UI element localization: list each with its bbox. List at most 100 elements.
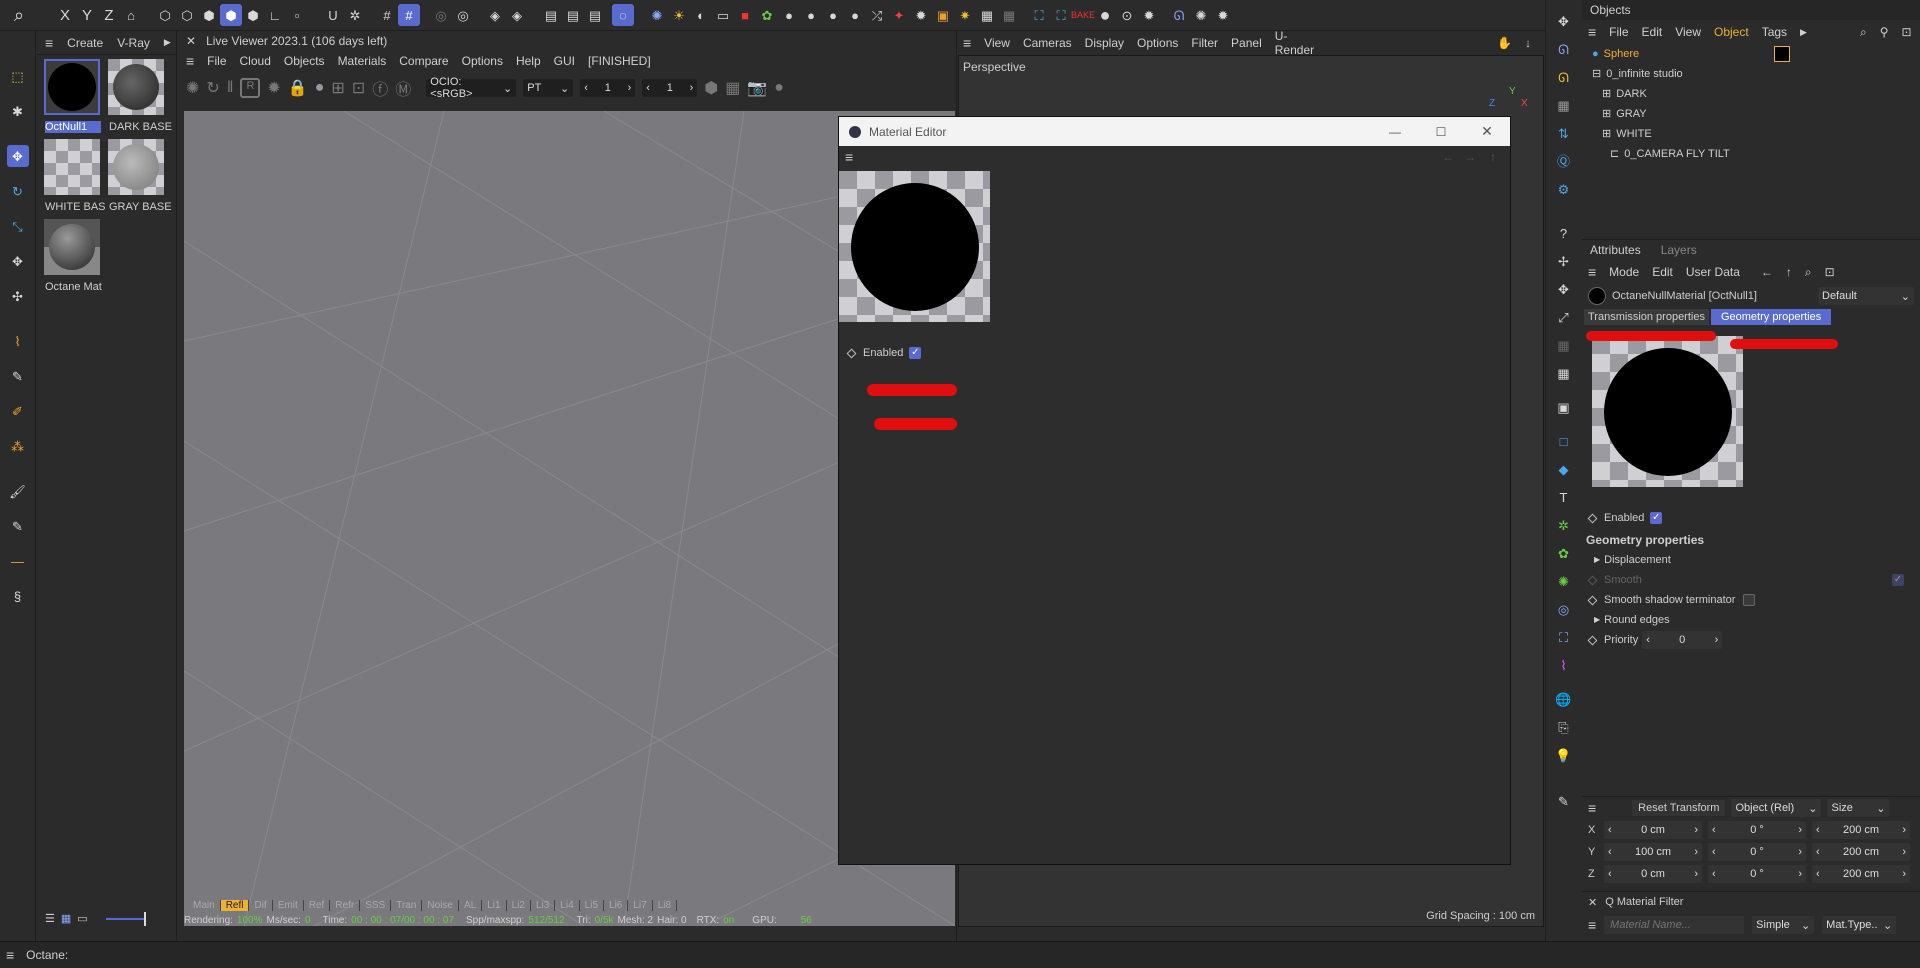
lv-menu-options[interactable]: Options bbox=[462, 54, 503, 68]
vertex-map-icon[interactable]: ✦ bbox=[888, 4, 910, 26]
octane-icon[interactable]: ◌ bbox=[612, 4, 634, 26]
null-icon[interactable]: ⛶ bbox=[1553, 626, 1575, 648]
spark-icon[interactable]: ✷ bbox=[954, 4, 976, 26]
material-tag[interactable] bbox=[1774, 46, 1790, 62]
field-icon[interactable]: ✺ bbox=[1553, 570, 1575, 592]
position-field[interactable]: ‹ 0 cm › bbox=[1604, 821, 1702, 839]
attr-menu-mode[interactable]: Mode bbox=[1609, 265, 1639, 279]
polygons-mode-icon[interactable]: ⬢ bbox=[220, 4, 242, 26]
zoom-slider[interactable] bbox=[105, 911, 146, 926]
large-view-icon[interactable]: ▭ bbox=[77, 912, 87, 925]
move-icon[interactable]: ✥ bbox=[1553, 278, 1575, 300]
nav-forward-icon[interactable]: → bbox=[1464, 150, 1476, 164]
vp-menu-cameras[interactable]: Cameras bbox=[1023, 36, 1072, 50]
render-queue-icon[interactable]: ▤ bbox=[562, 4, 584, 26]
channel-tab[interactable]: Li8 bbox=[653, 899, 678, 911]
value-stepper-2[interactable]: ‹ 1 › bbox=[642, 79, 698, 97]
attr-menu-userdata[interactable]: User Data bbox=[1686, 265, 1740, 279]
m-icon[interactable]: Ⓜ bbox=[395, 76, 411, 100]
region-icon[interactable]: R bbox=[240, 78, 261, 98]
channel-tab[interactable]: Li7 bbox=[628, 899, 653, 911]
close-icon[interactable]: ✕ bbox=[186, 34, 196, 48]
size-field[interactable]: ‹ 200 cm › bbox=[1812, 843, 1910, 861]
vp-menu-options[interactable]: Options bbox=[1137, 36, 1178, 50]
rotate-icon[interactable]: ↻ bbox=[7, 180, 29, 202]
channel-tab[interactable]: Tran bbox=[391, 899, 423, 911]
octane-logo-icon[interactable]: ᘏ bbox=[1553, 66, 1575, 88]
size-field[interactable]: ‹ 200 cm › bbox=[1812, 821, 1910, 839]
grid-icon[interactable]: ▦ bbox=[1553, 362, 1575, 384]
paint-icon[interactable]: ✐ bbox=[7, 400, 29, 422]
attr-menu-edit[interactable]: Edit bbox=[1652, 265, 1673, 279]
sphere-icon[interactable]: ● bbox=[774, 79, 784, 97]
cube-icon[interactable]: □ bbox=[1553, 430, 1575, 452]
position-field[interactable]: ‹ 100 cm › bbox=[1604, 843, 1702, 861]
pan-icon[interactable]: ✋ bbox=[1497, 36, 1512, 50]
filter-mode-select[interactable]: Simple ⌄ bbox=[1752, 916, 1815, 934]
channel-tab[interactable]: Li4 bbox=[555, 899, 580, 911]
vp-menu-urender[interactable]: U-Render bbox=[1275, 29, 1314, 57]
hamburger-icon[interactable]: ≡ bbox=[963, 35, 971, 51]
channel-tab[interactable]: Dif bbox=[249, 899, 273, 911]
hamburger-icon[interactable]: ≡ bbox=[45, 35, 53, 51]
obj-menu-edit[interactable]: Edit bbox=[1642, 25, 1663, 39]
channel-tab[interactable]: Noise bbox=[422, 899, 459, 911]
obj-menu-tags[interactable]: Tags bbox=[1762, 25, 1787, 39]
tab-transmission[interactable]: Transmission properties bbox=[1584, 309, 1709, 325]
search-icon[interactable]: ⌕ bbox=[8, 4, 30, 26]
move-icon[interactable]: ✥ bbox=[1553, 10, 1575, 32]
edit-icon[interactable]: ✎ bbox=[1553, 790, 1575, 812]
render-icon[interactable]: ▦ bbox=[1553, 334, 1575, 356]
lv-menu-help[interactable]: Help bbox=[516, 54, 541, 68]
tree-item-dark[interactable]: ⊞ DARK bbox=[1592, 84, 1920, 104]
close-button[interactable]: ✕ bbox=[1464, 123, 1510, 140]
tree-item-gray[interactable]: ⊞ GRAY bbox=[1592, 104, 1920, 124]
transform-icon[interactable]: ✥ bbox=[7, 250, 29, 272]
material-ball-icon[interactable]: ● bbox=[1094, 4, 1116, 26]
obj-menu-object[interactable]: Object bbox=[1714, 25, 1749, 39]
c4d-logo-icon[interactable]: ✺ bbox=[1190, 4, 1212, 26]
menu-create[interactable]: Create bbox=[67, 36, 103, 50]
channel-tab[interactable]: Ref bbox=[304, 899, 331, 911]
axis-y-toggle[interactable]: Y bbox=[76, 4, 98, 26]
value-stepper-1[interactable]: ‹ 1 › bbox=[580, 79, 636, 97]
spline-icon[interactable]: ⌇ bbox=[1553, 654, 1575, 676]
gear-icon[interactable]: ✹ bbox=[910, 4, 932, 26]
tweak-mode-icon[interactable]: ▫ bbox=[286, 4, 308, 26]
particle-icon[interactable]: ⁂ bbox=[7, 435, 29, 457]
move-icon[interactable]: ✥ bbox=[6, 145, 29, 167]
spline-pen-icon[interactable]: ⌇ bbox=[7, 330, 29, 352]
scale-icon[interactable]: ⤡ bbox=[7, 215, 29, 237]
sketch-icon[interactable]: ✎ bbox=[7, 365, 29, 387]
shape-icon[interactable]: ◆ bbox=[1553, 458, 1575, 480]
hamburger-icon[interactable]: ≡ bbox=[1588, 24, 1596, 40]
hamburger-icon[interactable]: ≡ bbox=[845, 149, 853, 165]
globe-icon[interactable]: 🌐 bbox=[1553, 688, 1575, 710]
rotation-field[interactable]: ‹ 0 ° › bbox=[1708, 821, 1806, 839]
text-icon[interactable]: T bbox=[1553, 486, 1575, 508]
interactive-region-icon[interactable]: ⛶ bbox=[1050, 4, 1072, 26]
shuffle-icon[interactable]: ⤮ bbox=[866, 4, 888, 26]
hex-icon[interactable]: ⬢ bbox=[704, 78, 718, 98]
keyframe-icon[interactable] bbox=[1587, 635, 1598, 645]
measure-icon[interactable]: ✎ bbox=[7, 515, 29, 537]
lv-menu-cloud[interactable]: Cloud bbox=[240, 54, 271, 68]
lv-menu-materials[interactable]: Materials bbox=[338, 54, 387, 68]
hamburger-icon[interactable]: ≡ bbox=[1588, 264, 1596, 280]
ocio-select[interactable]: OCIO:<sRGB> ⌄ bbox=[426, 76, 517, 100]
menu-more-icon[interactable]: ▶ bbox=[1800, 27, 1807, 38]
tab-layers[interactable]: Layers bbox=[1661, 243, 1697, 257]
hamburger-icon[interactable]: ≡ bbox=[1588, 800, 1596, 816]
light-icon[interactable]: 💡 bbox=[1553, 744, 1575, 766]
knife-icon[interactable]: ✣ bbox=[7, 285, 29, 307]
tab-geometry[interactable]: Geometry properties bbox=[1710, 309, 1832, 325]
uv-mode-icon[interactable]: ⬢ bbox=[242, 4, 264, 26]
hamburger-icon[interactable]: ≡ bbox=[6, 947, 14, 963]
search-icon[interactable]: ⌕ bbox=[1860, 25, 1867, 40]
deformer-icon[interactable]: ◎ bbox=[1553, 598, 1575, 620]
list-view-icon[interactable]: ☰ bbox=[45, 912, 55, 925]
environment-icon[interactable]: ◐ bbox=[690, 4, 712, 26]
tree-item-sphere[interactable]: ● Sphere bbox=[1592, 44, 1920, 64]
texture-icon[interactable]: ▣ bbox=[932, 4, 954, 26]
enabled-checkbox[interactable]: ✓ bbox=[909, 347, 922, 359]
